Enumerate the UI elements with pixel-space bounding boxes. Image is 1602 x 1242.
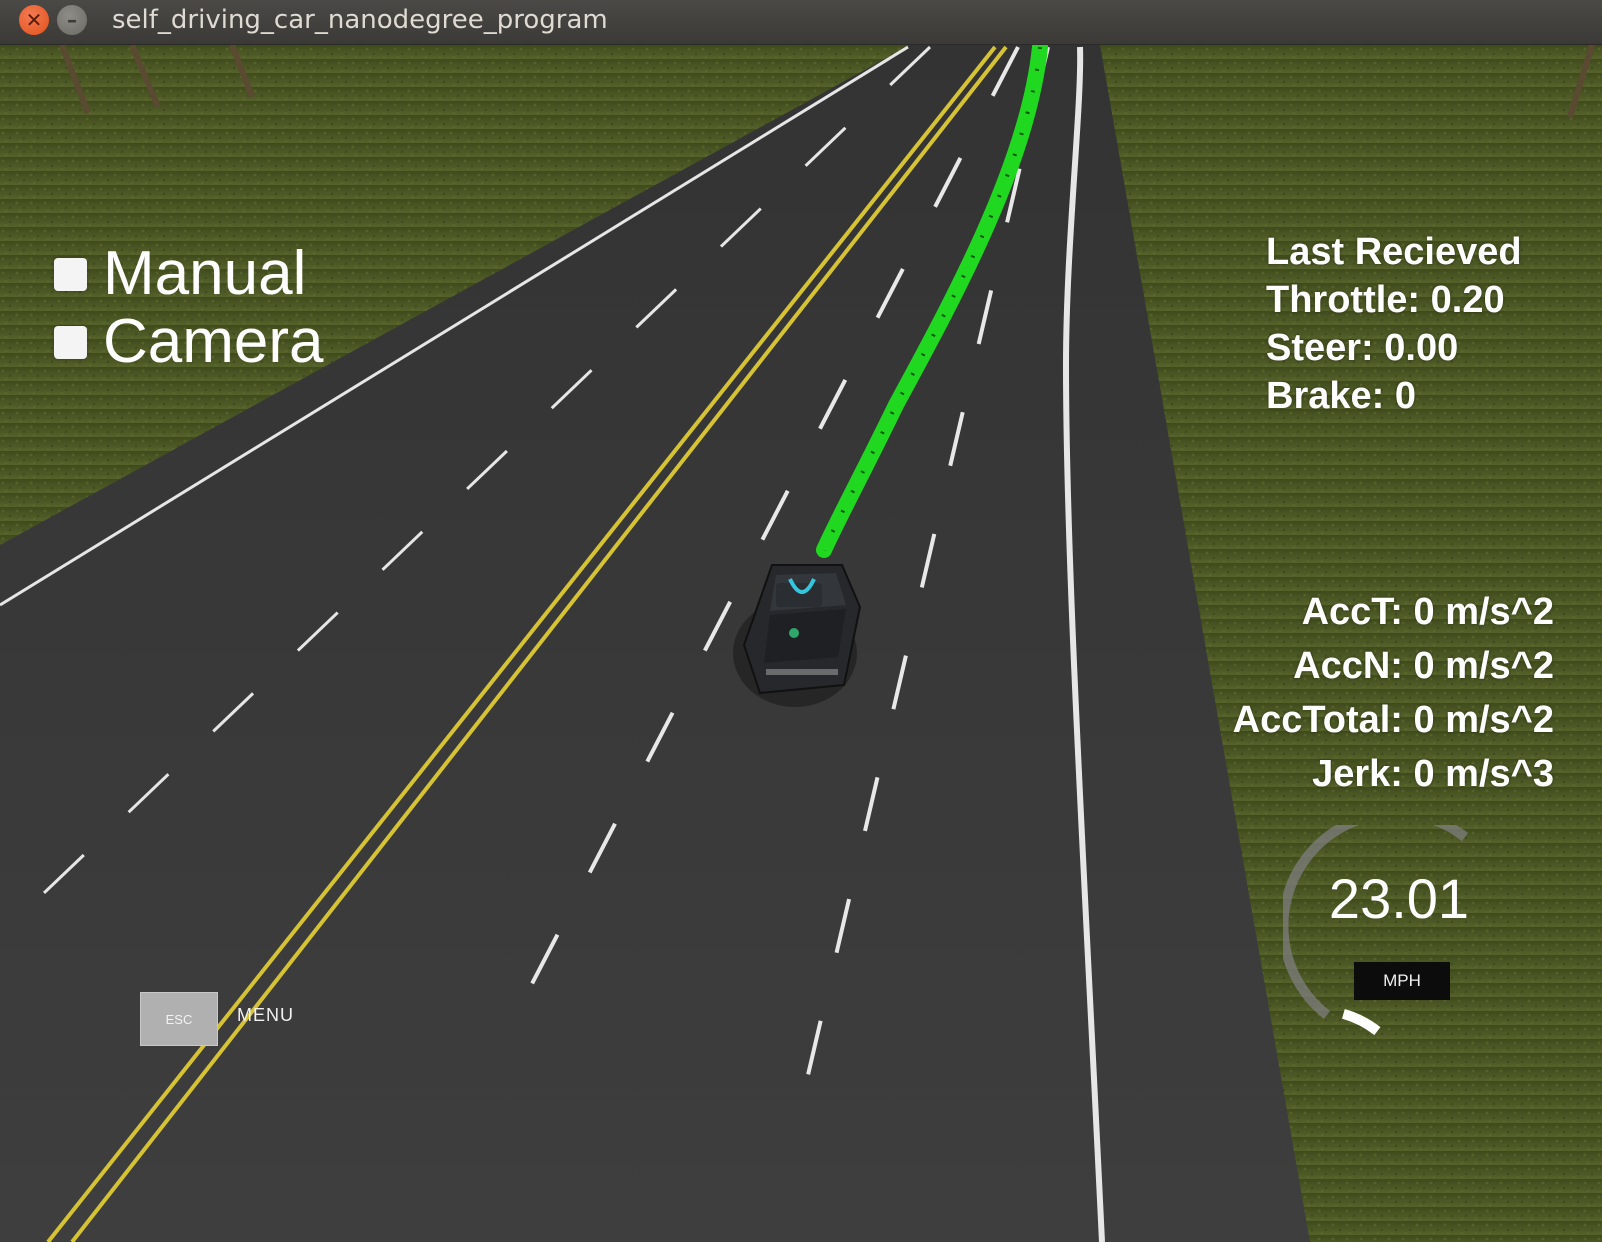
throttle-value: Throttle: 0.20	[1266, 279, 1505, 321]
speed-value: 23.01	[1328, 867, 1470, 930]
close-window-button[interactable]: ✕	[19, 5, 49, 35]
acc-total-value: AccTotal: 0 m/s^2	[1232, 699, 1554, 741]
camera-label: Camera	[103, 307, 324, 376]
last-received-heading: Last Recieved	[1266, 231, 1522, 273]
camera-checkbox[interactable]	[54, 325, 87, 359]
acc-n-value: AccN: 0 m/s^2	[1293, 645, 1554, 687]
window-titlebar: ✕ – self_driving_car_nanodegree_program	[0, 0, 1602, 45]
camera-toggle[interactable]: Camera	[54, 311, 324, 373]
minimize-window-button[interactable]: –	[57, 5, 87, 35]
steer-value: Steer: 0.00	[1266, 327, 1459, 369]
esc-key-button[interactable]: ESC	[140, 992, 218, 1046]
window-title: self_driving_car_nanodegree_program	[112, 5, 608, 35]
menu-label: MENU	[237, 1005, 294, 1025]
acc-t-value: AccT: 0 m/s^2	[1301, 591, 1554, 633]
esc-key-label: ESC	[165, 1011, 193, 1027]
jerk-value: Jerk: 0 m/s^3	[1312, 753, 1554, 795]
manual-checkbox[interactable]	[54, 257, 87, 291]
speed-unit: MPH	[1354, 962, 1450, 1000]
speedometer-fill	[1341, 1008, 1381, 1035]
manual-toggle[interactable]: Manual	[54, 243, 306, 305]
brake-value: Brake: 0	[1266, 375, 1416, 417]
acceleration-panel: AccT: 0 m/s^2 AccN: 0 m/s^2 AccTotal: 0 …	[1170, 585, 1554, 801]
manual-label: Manual	[103, 239, 307, 308]
last-received-panel: Last Recieved Throttle: 0.20 Steer: 0.00…	[1266, 228, 1522, 420]
simulator-viewport[interactable]: Manual Camera Last Recieved Throttle: 0.…	[0, 45, 1602, 1242]
minimize-icon: –	[67, 8, 77, 32]
close-icon: ✕	[25, 8, 43, 32]
